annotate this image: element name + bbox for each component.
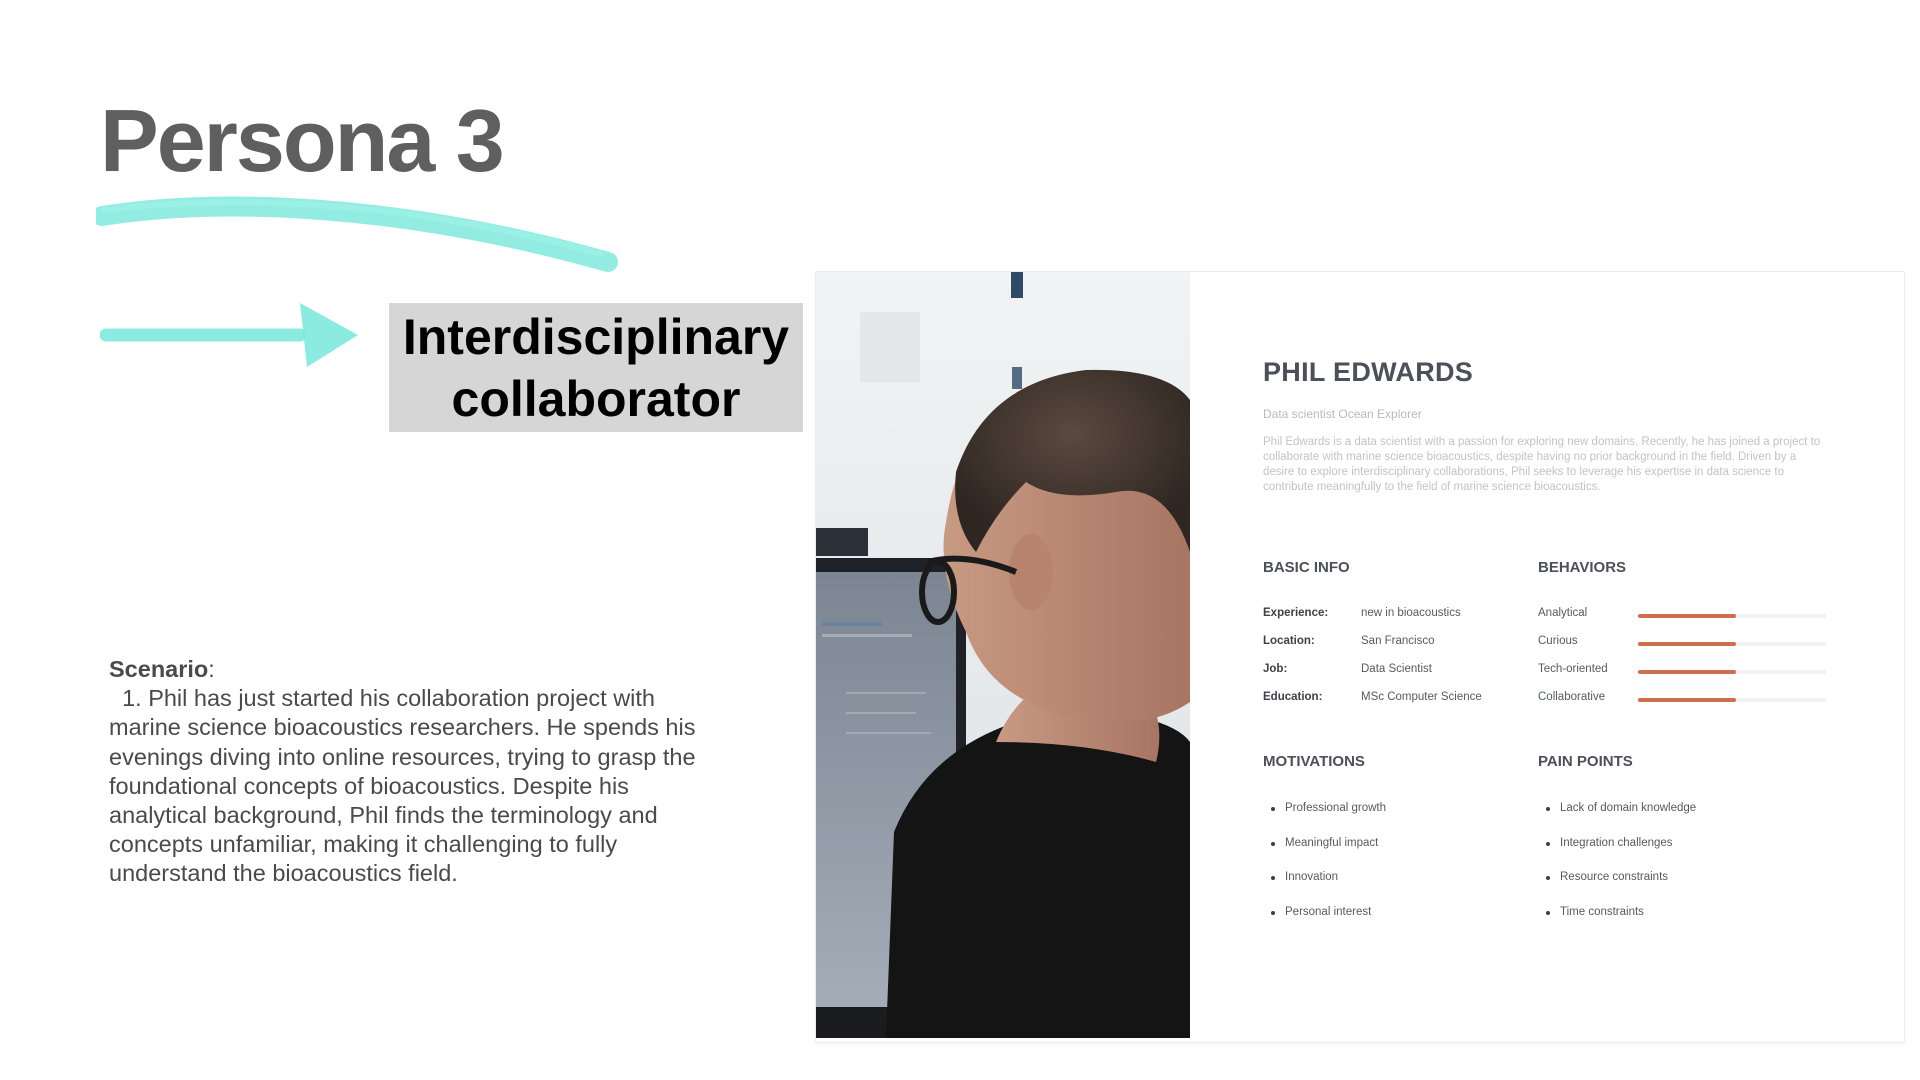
basic-info-value: Data Scientist	[1361, 663, 1432, 675]
behavior-label: Analytical	[1538, 607, 1588, 619]
list-item: Integration challenges	[1538, 837, 1696, 872]
behavior-label: Curious	[1538, 635, 1578, 647]
basic-info-value: MSc Computer Science	[1361, 691, 1482, 703]
persona-role: Data scientist Ocean Explorer	[1263, 407, 1422, 421]
scenario-label: Scenario	[109, 656, 209, 682]
persona-type-label: Interdisciplinary collaborator	[389, 303, 803, 432]
slide: Persona 3 Interdisciplinary collaborator …	[0, 0, 1920, 1080]
scenario-text: 1. Phil has just started his collaborati…	[109, 684, 709, 888]
basic-info-key: Location:	[1263, 635, 1315, 647]
basic-info-key: Job:	[1263, 663, 1288, 675]
list-item: Time constraints	[1538, 906, 1696, 941]
motivations-heading: MOTIVATIONS	[1263, 753, 1365, 770]
scenario-colon: :	[208, 656, 215, 682]
behavior-level-fill	[1638, 670, 1736, 674]
behavior-row: Analytical	[1538, 607, 1828, 625]
persona-card: PHIL EDWARDS Data scientist Ocean Explor…	[816, 272, 1904, 1042]
pain-points-list: Lack of domain knowledge Integration cha…	[1538, 802, 1696, 940]
behavior-level-track	[1638, 642, 1826, 646]
list-item: Innovation	[1263, 871, 1386, 906]
behavior-level-track	[1638, 670, 1826, 674]
behavior-label: Tech-oriented	[1538, 663, 1608, 675]
persona-name: PHIL EDWARDS	[1263, 357, 1474, 387]
behavior-row: Tech-oriented	[1538, 663, 1828, 681]
motivations-list: Professional growth Meaningful impact In…	[1263, 802, 1386, 940]
persona-photo-illustration	[816, 272, 1190, 1038]
persona-bio: Phil Edwards is a data scientist with a …	[1263, 436, 1821, 493]
brush-underline-decoration	[96, 196, 618, 272]
basic-info-key: Experience:	[1263, 607, 1329, 619]
pain-points-heading: PAIN POINTS	[1538, 753, 1633, 770]
list-item: Personal interest	[1263, 906, 1386, 941]
list-item: Lack of domain knowledge	[1538, 802, 1696, 837]
basic-info-value: San Francisco	[1361, 635, 1435, 647]
persona-photo	[816, 272, 1190, 1038]
behavior-row: Curious	[1538, 635, 1828, 653]
list-item: Professional growth	[1263, 802, 1386, 837]
arrow-right-icon	[100, 303, 358, 367]
basic-info-value: new in bioacoustics	[1361, 607, 1461, 619]
list-item: Meaningful impact	[1263, 837, 1386, 872]
persona-details: PHIL EDWARDS Data scientist Ocean Explor…	[1190, 272, 1904, 1042]
basic-info-heading: BASIC INFO	[1263, 559, 1350, 576]
persona-type-text: Interdisciplinary collaborator	[402, 308, 790, 427]
behavior-row: Collaborative	[1538, 691, 1828, 709]
list-item: Resource constraints	[1538, 871, 1696, 906]
behavior-label: Collaborative	[1538, 691, 1606, 703]
basic-info-key: Education:	[1263, 691, 1323, 703]
behavior-level-track	[1638, 614, 1826, 618]
scenario-item-text: 1. Phil has just started his collaborati…	[109, 685, 696, 887]
scenario-block: Scenario: 1. Phil has just started his c…	[109, 655, 709, 889]
behavior-level-fill	[1638, 614, 1736, 618]
behavior-level-fill	[1638, 642, 1736, 646]
slide-title: Persona 3	[100, 91, 505, 190]
behavior-level-fill	[1638, 698, 1736, 702]
behaviors-heading: BEHAVIORS	[1538, 559, 1627, 576]
behavior-level-track	[1638, 698, 1826, 702]
